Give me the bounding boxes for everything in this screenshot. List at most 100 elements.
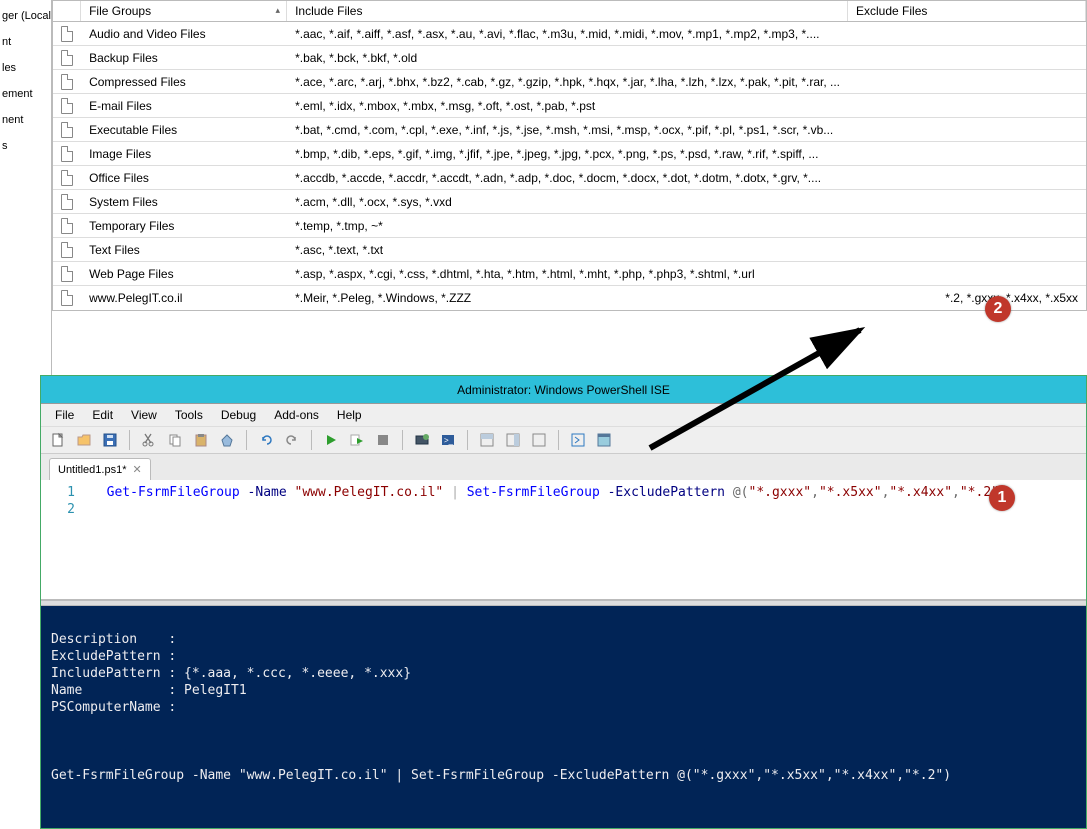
ise-console-pane[interactable]: Description : ExcludePattern : IncludePa… — [41, 606, 1086, 828]
show-script-top-icon[interactable] — [476, 429, 498, 451]
table-row[interactable]: Audio and Video Files*.aac, *.aif, *.aif… — [53, 22, 1086, 46]
paste-icon[interactable] — [190, 429, 212, 451]
fsrm-tree-fragment: ger (Local) nt les ement nent s — [0, 0, 52, 375]
table-row[interactable]: Image Files*.bmp, *.dib, *.eps, *.gif, *… — [53, 142, 1086, 166]
cell-file-group: www.PelegIT.co.il — [81, 291, 287, 305]
menu-view[interactable]: View — [123, 406, 165, 424]
tree-fragment-item[interactable]: s — [2, 140, 49, 152]
col-file-groups[interactable]: File Groups▴ — [81, 1, 287, 21]
cell-file-group: Compressed Files — [81, 75, 287, 89]
file-icon — [53, 242, 81, 258]
show-script-max-icon[interactable] — [528, 429, 550, 451]
table-row[interactable]: Temporary Files*.temp, *.tmp, ~* — [53, 214, 1086, 238]
tree-fragment-item[interactable]: nent — [2, 114, 49, 126]
close-tab-icon[interactable]: ✕ — [133, 463, 142, 476]
menu-debug[interactable]: Debug — [213, 406, 264, 424]
menu-help[interactable]: Help — [329, 406, 370, 424]
file-icon — [53, 170, 81, 186]
redo-icon[interactable] — [281, 429, 303, 451]
file-icon — [53, 290, 81, 306]
new-remote-tab-icon[interactable] — [411, 429, 433, 451]
ise-menu-bar[interactable]: FileEditViewToolsDebugAdd-onsHelp — [41, 404, 1086, 426]
tree-fragment-item[interactable]: nt — [2, 36, 49, 48]
cell-include: *.eml, *.idx, *.mbox, *.mbx, *.msg, *.of… — [287, 99, 848, 113]
file-icon — [53, 50, 81, 66]
cut-icon[interactable] — [138, 429, 160, 451]
cell-include: *.Meir, *.Peleg, *.Windows, *.ZZZ — [287, 291, 848, 305]
open-file-icon[interactable] — [73, 429, 95, 451]
tree-fragment-item[interactable]: ement — [2, 88, 49, 100]
cell-exclude: *.2, *.gxxx, *.x4xx, *.x5xx — [848, 291, 1086, 305]
cell-include: *.temp, *.tmp, ~* — [287, 219, 848, 233]
cell-file-group: Temporary Files — [81, 219, 287, 233]
powershell-tab-icon[interactable]: >_ — [437, 429, 459, 451]
table-row[interactable]: Executable Files*.bat, *.cmd, *.com, *.c… — [53, 118, 1086, 142]
ise-toolbar[interactable]: >_ — [41, 426, 1086, 454]
menu-edit[interactable]: Edit — [84, 406, 121, 424]
ise-script-editor[interactable]: 12 Get-FsrmFileGroup -Name "www.PelegIT.… — [41, 480, 1086, 600]
table-row[interactable]: Web Page Files*.asp, *.aspx, *.cgi, *.cs… — [53, 262, 1086, 286]
cell-include: *.asc, *.text, *.txt — [287, 243, 848, 257]
table-row[interactable]: www.PelegIT.co.il*.Meir, *.Peleg, *.Wind… — [53, 286, 1086, 310]
cell-file-group: Office Files — [81, 171, 287, 185]
clear-icon[interactable] — [216, 429, 238, 451]
table-row[interactable]: System Files*.acm, *.dll, *.ocx, *.sys, … — [53, 190, 1086, 214]
cell-file-group: Backup Files — [81, 51, 287, 65]
cell-file-group: Web Page Files — [81, 267, 287, 281]
file-icon — [53, 74, 81, 90]
run-icon[interactable] — [320, 429, 342, 451]
menu-file[interactable]: File — [47, 406, 82, 424]
file-group-table-header: File Groups▴ Include Files Exclude Files — [52, 0, 1087, 22]
save-icon[interactable] — [99, 429, 121, 451]
cell-file-group: Image Files — [81, 147, 287, 161]
cell-include: *.bmp, *.dib, *.eps, *.gif, *.img, *.jfi… — [287, 147, 848, 161]
table-row[interactable]: E-mail Files*.eml, *.idx, *.mbox, *.mbx,… — [53, 94, 1086, 118]
cell-include: *.acm, *.dll, *.ocx, *.sys, *.vxd — [287, 195, 848, 209]
tree-fragment-item[interactable]: les — [2, 62, 49, 74]
run-selection-icon[interactable] — [346, 429, 368, 451]
menu-tools[interactable]: Tools — [167, 406, 211, 424]
col-exclude-files[interactable]: Exclude Files — [848, 1, 1086, 21]
ise-script-tabs: Untitled1.ps1* ✕ — [41, 454, 1086, 480]
cell-file-group: Audio and Video Files — [81, 27, 287, 41]
cell-include: *.asp, *.aspx, *.cgi, *.css, *.dhtml, *.… — [287, 267, 848, 281]
cell-include: *.aac, *.aif, *.aiff, *.asf, *.asx, *.au… — [287, 27, 848, 41]
ise-title-bar: Administrator: Windows PowerShell ISE — [41, 376, 1086, 404]
cell-file-group: System Files — [81, 195, 287, 209]
svg-text:>_: >_ — [444, 436, 454, 445]
file-icon — [53, 194, 81, 210]
col-include-files[interactable]: Include Files — [287, 1, 848, 21]
table-row[interactable]: Text Files*.asc, *.text, *.txt — [53, 238, 1086, 262]
tab-label: Untitled1.ps1* — [58, 464, 127, 476]
undo-icon[interactable] — [255, 429, 277, 451]
show-command-addon-icon[interactable] — [567, 429, 589, 451]
table-row[interactable]: Office Files*.accdb, *.accde, *.accdr, *… — [53, 166, 1086, 190]
file-icon — [53, 26, 81, 42]
editor-gutter: 12 — [41, 480, 81, 518]
file-icon — [53, 98, 81, 114]
copy-icon[interactable] — [164, 429, 186, 451]
script-tab[interactable]: Untitled1.ps1* ✕ — [49, 458, 151, 480]
annotation-2: 2 — [985, 296, 1011, 322]
col-icon[interactable] — [53, 1, 81, 21]
cell-file-group: E-mail Files — [81, 99, 287, 113]
table-row[interactable]: Backup Files*.bak, *.bck, *.bkf, *.old — [53, 46, 1086, 70]
tree-fragment-item[interactable]: ger (Local) — [2, 10, 49, 22]
show-command-window-icon[interactable] — [593, 429, 615, 451]
file-group-table-body: Audio and Video Files*.aac, *.aif, *.aif… — [52, 22, 1087, 311]
cell-include: *.bak, *.bck, *.bkf, *.old — [287, 51, 848, 65]
cell-include: *.bat, *.cmd, *.com, *.cpl, *.exe, *.inf… — [287, 123, 848, 137]
cell-file-group: Text Files — [81, 243, 287, 257]
table-row[interactable]: Compressed Files*.ace, *.arc, *.arj, *.b… — [53, 70, 1086, 94]
file-icon — [53, 122, 81, 138]
file-icon — [53, 218, 81, 234]
menu-add-ons[interactable]: Add-ons — [266, 406, 327, 424]
cell-file-group: Executable Files — [81, 123, 287, 137]
file-icon — [53, 266, 81, 282]
new-file-icon[interactable] — [47, 429, 69, 451]
editor-code[interactable]: Get-FsrmFileGroup -Name "www.PelegIT.co.… — [91, 484, 1086, 501]
annotation-1: 1 — [989, 485, 1015, 511]
stop-icon[interactable] — [372, 429, 394, 451]
show-script-right-icon[interactable] — [502, 429, 524, 451]
file-icon — [53, 146, 81, 162]
